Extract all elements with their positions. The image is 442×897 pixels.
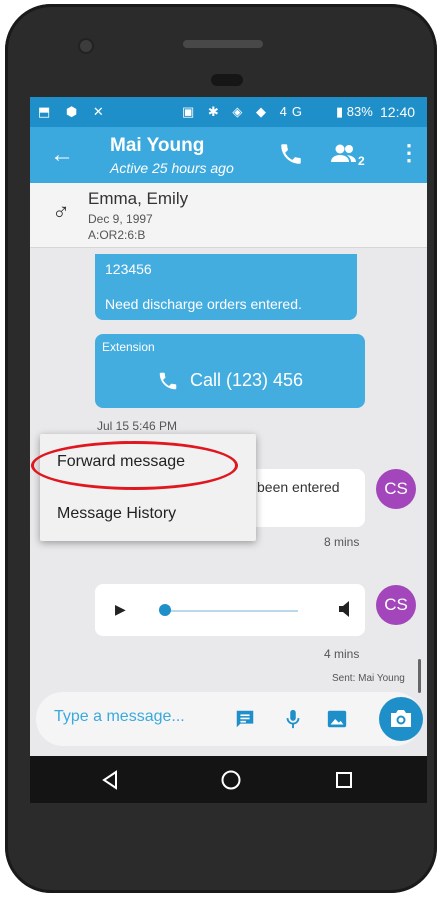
phone-frame: ⬒ ⬢ ✕ ▣ ✱ ◈ ◆ 4G ▮ 83% 12:40 ← Mai Young… [5,4,437,893]
message-bubble[interactable]: 123456 Need discharge orders entered. [95,254,357,320]
microphone-icon[interactable] [282,708,304,730]
screen: ⬒ ⬢ ✕ ▣ ✱ ◈ ◆ 4G ▮ 83% 12:40 ← Mai Young… [30,97,427,803]
patient-name: Emma, Emily [88,189,189,208]
last-active-status: Active 25 hours ago [110,160,234,176]
message-text: Need discharge orders entered. [105,296,302,312]
message-composer [36,692,423,746]
nav-back-icon[interactable] [100,770,120,790]
front-camera [80,40,92,52]
menu-item-message-history[interactable]: Message History [57,505,176,523]
participant-count: 2 [358,154,365,168]
battery-indicator: ▮ 83% [336,104,373,119]
call-link[interactable]: Call (123) 456 [190,370,303,391]
phone-call-icon[interactable] [278,141,304,167]
received-message-bubble[interactable]: been entered [245,469,365,527]
annotation-highlight-circle [31,441,238,490]
notification-icons: ⬒ ⬢ ✕ [38,104,110,119]
volume-icon[interactable] [337,600,353,618]
status-bar: ⬒ ⬢ ✕ ▣ ✱ ◈ ◆ 4G ▮ 83% 12:40 [30,97,427,127]
patient-location: A:OR2:6:B [88,228,146,242]
audio-progress-handle[interactable] [159,604,171,616]
app-bar: ← Mai Young Active 25 hours ago 2 ⋮ [30,127,427,183]
image-icon[interactable] [326,708,348,730]
patient-dob: Dec 9, 1997 [88,212,153,226]
message-timestamp: 8 mins [324,535,360,549]
call-icon [159,372,177,390]
proximity-sensor [211,74,243,86]
message-input[interactable] [54,708,214,726]
play-icon[interactable]: ▶ [115,601,126,618]
sent-by-label: Sent: Mai Young [332,673,405,684]
quick-text-icon[interactable] [234,708,256,730]
android-nav-bar [30,756,427,803]
system-icons: ▣ ✱ ◈ ◆ 4G [182,104,307,119]
patient-header[interactable]: ♂ Emma, Emily Dec 9, 1997 A:OR2:6:B [30,183,427,248]
back-arrow-icon[interactable]: ← [50,141,74,169]
message-text: 123456 [105,261,152,277]
extension-label: Extension [102,340,155,354]
nav-home-icon[interactable] [220,769,242,791]
nav-recents-icon[interactable] [335,771,353,789]
participants-icon[interactable] [330,141,358,167]
camera-icon [391,710,411,727]
male-gender-icon: ♂ [52,199,70,226]
earpiece-speaker [183,40,263,48]
camera-button[interactable] [379,697,423,741]
scrollbar-thumb[interactable] [418,659,421,693]
more-options-icon[interactable]: ⋮ [398,140,420,166]
message-timestamp: 4 mins [324,647,360,661]
avatar[interactable]: CS [376,585,416,625]
message-timestamp: Jul 15 5:46 PM [97,419,178,433]
audio-message: ▶ [95,584,365,636]
audio-progress-track[interactable] [163,610,298,612]
avatar[interactable]: CS [376,469,416,509]
conversation-title: Mai Young [110,135,205,156]
message-text: been entered [257,479,340,495]
clock: 12:40 [380,104,416,120]
extension-bubble[interactable]: Extension Call (123) 456 [95,334,365,408]
